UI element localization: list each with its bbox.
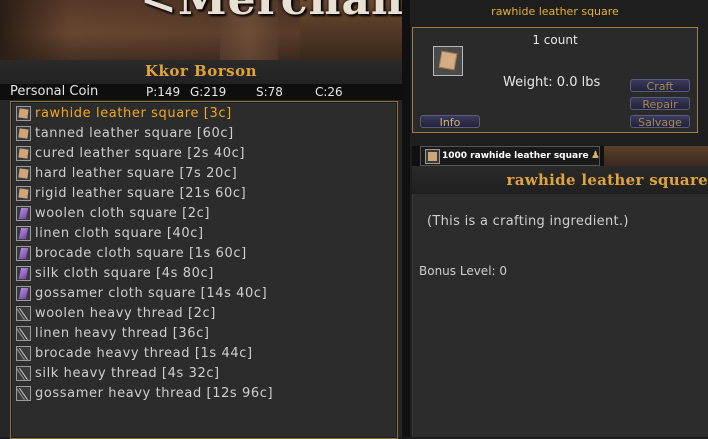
- item-label: gossamer cloth square [14s 40c]: [35, 286, 268, 301]
- cloth-square-icon: [16, 266, 31, 281]
- info-button[interactable]: Info: [420, 115, 480, 129]
- description-text: (This is a crafting ingredient.): [427, 214, 629, 229]
- list-item[interactable]: linen cloth square [40c]: [16, 224, 386, 243]
- list-item[interactable]: cured leather square [2s 40c]: [16, 144, 386, 163]
- cloth-square-icon: [16, 226, 31, 241]
- bonus-level: Bonus Level: 0: [419, 264, 508, 278]
- thread-icon: [16, 326, 31, 341]
- item-label: silk cloth square [4s 80c]: [35, 266, 214, 281]
- item-label: tanned leather square [60c]: [35, 126, 234, 141]
- item-label: linen heavy thread [36c]: [35, 326, 210, 341]
- description-title: rawhide leather square: [412, 166, 708, 194]
- cloth-square-icon: [16, 246, 31, 261]
- leather-square-icon: [16, 106, 31, 121]
- list-item[interactable]: silk cloth square [4s 80c]: [16, 264, 386, 283]
- thread-icon: [16, 306, 31, 321]
- list-item[interactable]: woolen heavy thread [2c]: [16, 304, 386, 323]
- item-label: brocade cloth square [1s 60c]: [35, 246, 247, 261]
- thread-icon: [16, 346, 31, 361]
- list-item[interactable]: tanned leather square [60c]: [16, 124, 386, 143]
- merchant-name: Kkor Borson: [0, 60, 402, 84]
- coin-copper: C:26: [315, 85, 343, 99]
- list-item[interactable]: gossamer cloth square [14s 40c]: [16, 284, 386, 303]
- item-label: hard leather square [7s 20c]: [35, 166, 238, 181]
- item-label: gossamer heavy thread [12s 96c]: [35, 386, 274, 401]
- item-weight: Weight: 0.0 lbs: [503, 75, 601, 90]
- detail-title: rawhide leather square: [491, 5, 619, 18]
- leather-square-icon: [425, 148, 440, 164]
- list-item[interactable]: gossamer heavy thread [12s 96c]: [16, 384, 386, 403]
- item-label: woolen cloth square [2c]: [35, 206, 211, 221]
- list-item[interactable]: brocade cloth square [1s 60c]: [16, 244, 386, 263]
- merchant-item-list[interactable]: rawhide leather square [3c] tanned leath…: [10, 101, 398, 439]
- list-item[interactable]: silk heavy thread [4s 32c]: [16, 364, 386, 383]
- repair-button[interactable]: Repair: [630, 97, 690, 111]
- scene-title: <Merchant>: [140, 0, 402, 25]
- leather-square-icon: [16, 166, 31, 181]
- salvage-button[interactable]: Salvage: [630, 115, 690, 129]
- list-item[interactable]: brocade heavy thread [1s 44c]: [16, 344, 386, 363]
- coin-platinum: P:149: [146, 85, 181, 99]
- item-count: 1 count: [532, 33, 578, 47]
- coin-gold: G:219: [190, 85, 227, 99]
- item-label: rigid leather square [21s 60c]: [35, 186, 247, 201]
- stack-bar: 1000 rawhide leather square ♟: [412, 146, 708, 166]
- merchant-scene: <Merchant>: [0, 0, 402, 60]
- cloth-square-icon: [16, 206, 31, 221]
- item-detail-box: 1 count Weight: 0.0 lbs Info Craft Repai…: [412, 27, 698, 133]
- cloth-square-icon: [16, 286, 31, 301]
- item-label: silk heavy thread [4s 32c]: [35, 366, 220, 381]
- leather-square-icon: [16, 186, 31, 201]
- list-item[interactable]: linen heavy thread [36c]: [16, 324, 386, 343]
- wood-frame: [604, 146, 708, 166]
- coin-label: Personal Coin: [10, 84, 99, 99]
- thread-icon: [16, 366, 31, 381]
- item-label: brocade heavy thread [1s 44c]: [35, 346, 253, 361]
- item-label: woolen heavy thread [2c]: [35, 306, 216, 321]
- leather-square-icon[interactable]: [433, 46, 463, 76]
- thread-icon: [16, 386, 31, 401]
- list-item[interactable]: rawhide leather square [3c]: [16, 104, 386, 123]
- coin-bag-icon: ♟: [591, 150, 600, 161]
- craft-button[interactable]: Craft: [630, 79, 690, 93]
- list-item[interactable]: woolen cloth square [2c]: [16, 204, 386, 223]
- merchant-panel: Kkor Borson Personal Coin P:149 G:219 S:…: [0, 60, 402, 439]
- item-label: linen cloth square [40c]: [35, 226, 204, 241]
- list-item[interactable]: hard leather square [7s 20c]: [16, 164, 386, 183]
- item-label: cured leather square [2s 40c]: [35, 146, 246, 161]
- stack-tab[interactable]: 1000 rawhide leather square ♟: [420, 146, 600, 166]
- coin-silver: S:78: [256, 85, 283, 99]
- panel-divider: [402, 0, 410, 437]
- item-label: rawhide leather square [3c]: [35, 106, 232, 121]
- coin-bar: Personal Coin P:149 G:219 S:78 C:26: [0, 84, 402, 100]
- leather-square-icon: [16, 126, 31, 141]
- stack-label: 1000 rawhide leather square: [442, 151, 589, 161]
- list-item[interactable]: rigid leather square [21s 60c]: [16, 184, 386, 203]
- description-box: (This is a crafting ingredient.) Bonus L…: [412, 194, 708, 437]
- leather-square-icon: [16, 146, 31, 161]
